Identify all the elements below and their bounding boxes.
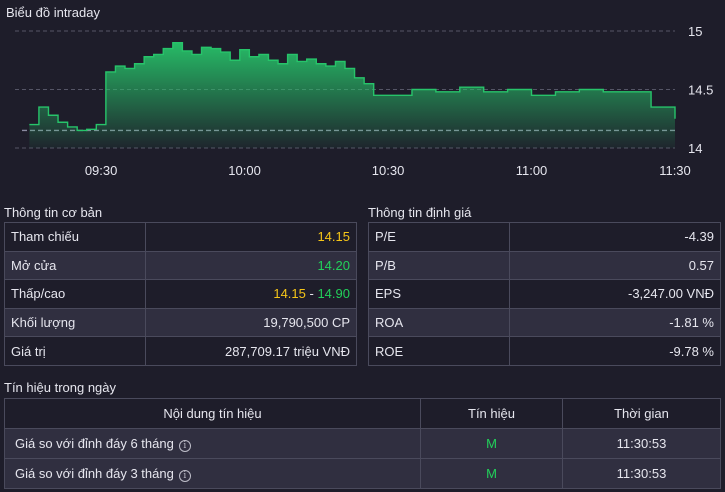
y-tick-label: 15 bbox=[688, 24, 702, 39]
reference-price: 14.15 bbox=[145, 222, 357, 252]
intraday-chart[interactable]: 15 14.5 14 09:30 10:00 10:30 11:00 11:30 bbox=[0, 0, 725, 200]
signal-content: Giá so với đỉnh đáy 6 tháng bbox=[15, 435, 174, 451]
table-row: Mở cửa 14.20 bbox=[4, 250, 357, 281]
x-tick-label: 09:30 bbox=[85, 163, 118, 178]
header-content: Nội dung tín hiệu bbox=[4, 398, 421, 429]
low-price: 14.15 bbox=[273, 286, 306, 302]
table-row: Giá trị 287,709.17 triệu VNĐ bbox=[4, 336, 357, 366]
high-price: 14.90 bbox=[317, 286, 350, 302]
y-tick-label: 14.5 bbox=[688, 83, 713, 98]
row-label: ROE bbox=[368, 336, 510, 366]
row-label: Khối lượng bbox=[4, 307, 146, 338]
row-label: P/E bbox=[368, 222, 510, 252]
row-label: Mở cửa bbox=[4, 250, 146, 281]
open-price: 14.20 bbox=[145, 250, 357, 281]
info-icon[interactable]: i bbox=[178, 469, 191, 482]
table-row: EPS -3,247.00 VNĐ bbox=[368, 279, 721, 309]
valuation-title: Thông tin định giá bbox=[368, 205, 472, 220]
signal-time: 11:30:53 bbox=[562, 458, 721, 489]
table-row: Tham chiếu 14.15 bbox=[4, 222, 357, 252]
basic-info-title: Thông tin cơ bản bbox=[4, 205, 103, 220]
header-time: Thời gian bbox=[562, 398, 721, 429]
x-tick-label: 11:00 bbox=[516, 163, 548, 178]
x-tick-label: 11:30 bbox=[659, 163, 691, 178]
separator: - bbox=[305, 286, 318, 302]
row-label: Tham chiếu bbox=[4, 222, 146, 252]
table-row: ROE -9.78 % bbox=[368, 336, 721, 366]
price-area bbox=[29, 42, 675, 149]
row-label: P/B bbox=[368, 250, 510, 281]
roe-value: -9.78 % bbox=[509, 336, 721, 366]
signal-content: Giá so với đỉnh đáy 3 tháng bbox=[15, 465, 174, 481]
table-row: ROA -1.81 % bbox=[368, 307, 721, 338]
table-header-row: Nội dung tín hiệu Tín hiệu Thời gian bbox=[4, 398, 721, 429]
table-row: P/E -4.39 bbox=[368, 222, 721, 252]
signals-table: Nội dung tín hiệu Tín hiệu Thời gian Giá… bbox=[4, 398, 721, 489]
signal-time: 11:30:53 bbox=[562, 428, 721, 459]
row-label: Giá trị bbox=[4, 336, 146, 366]
signal-content-cell: Giá so với đỉnh đáy 3 tháng i bbox=[4, 458, 421, 489]
row-label: EPS bbox=[368, 279, 510, 309]
pb-value: 0.57 bbox=[509, 250, 721, 281]
x-tick-label: 10:00 bbox=[228, 163, 261, 178]
volume-value: 19,790,500 CP bbox=[145, 307, 357, 338]
basic-info-table: Tham chiếu 14.15 Mở cửa 14.20 Thấp/cao 1… bbox=[4, 222, 357, 366]
table-row: Khối lượng 19,790,500 CP bbox=[4, 307, 357, 338]
trade-value: 287,709.17 triệu VNĐ bbox=[145, 336, 357, 366]
table-row: Giá so với đỉnh đáy 6 tháng i M 11:30:53 bbox=[4, 428, 721, 459]
signals-title: Tín hiệu trong ngày bbox=[4, 380, 117, 395]
row-label: Thấp/cao bbox=[4, 279, 146, 309]
signal-value: M bbox=[420, 458, 563, 489]
eps-value: -3,247.00 VNĐ bbox=[509, 279, 721, 309]
x-tick-label: 10:30 bbox=[372, 163, 405, 178]
pe-value: -4.39 bbox=[509, 222, 721, 252]
signal-content-cell: Giá so với đỉnh đáy 6 tháng i bbox=[4, 428, 421, 459]
y-tick-label: 14 bbox=[688, 141, 702, 156]
table-row: Thấp/cao 14.15 - 14.90 bbox=[4, 279, 357, 309]
low-high-price: 14.15 - 14.90 bbox=[145, 279, 357, 309]
info-icon[interactable]: i bbox=[178, 439, 191, 452]
table-row: Giá so với đỉnh đáy 3 tháng i M 11:30:53 bbox=[4, 458, 721, 489]
valuation-table: P/E -4.39 P/B 0.57 EPS -3,247.00 VNĐ ROA… bbox=[368, 222, 721, 366]
roa-value: -1.81 % bbox=[509, 307, 721, 338]
signal-value: M bbox=[420, 428, 563, 459]
table-row: P/B 0.57 bbox=[368, 250, 721, 281]
header-signal: Tín hiệu bbox=[420, 398, 563, 429]
row-label: ROA bbox=[368, 307, 510, 338]
